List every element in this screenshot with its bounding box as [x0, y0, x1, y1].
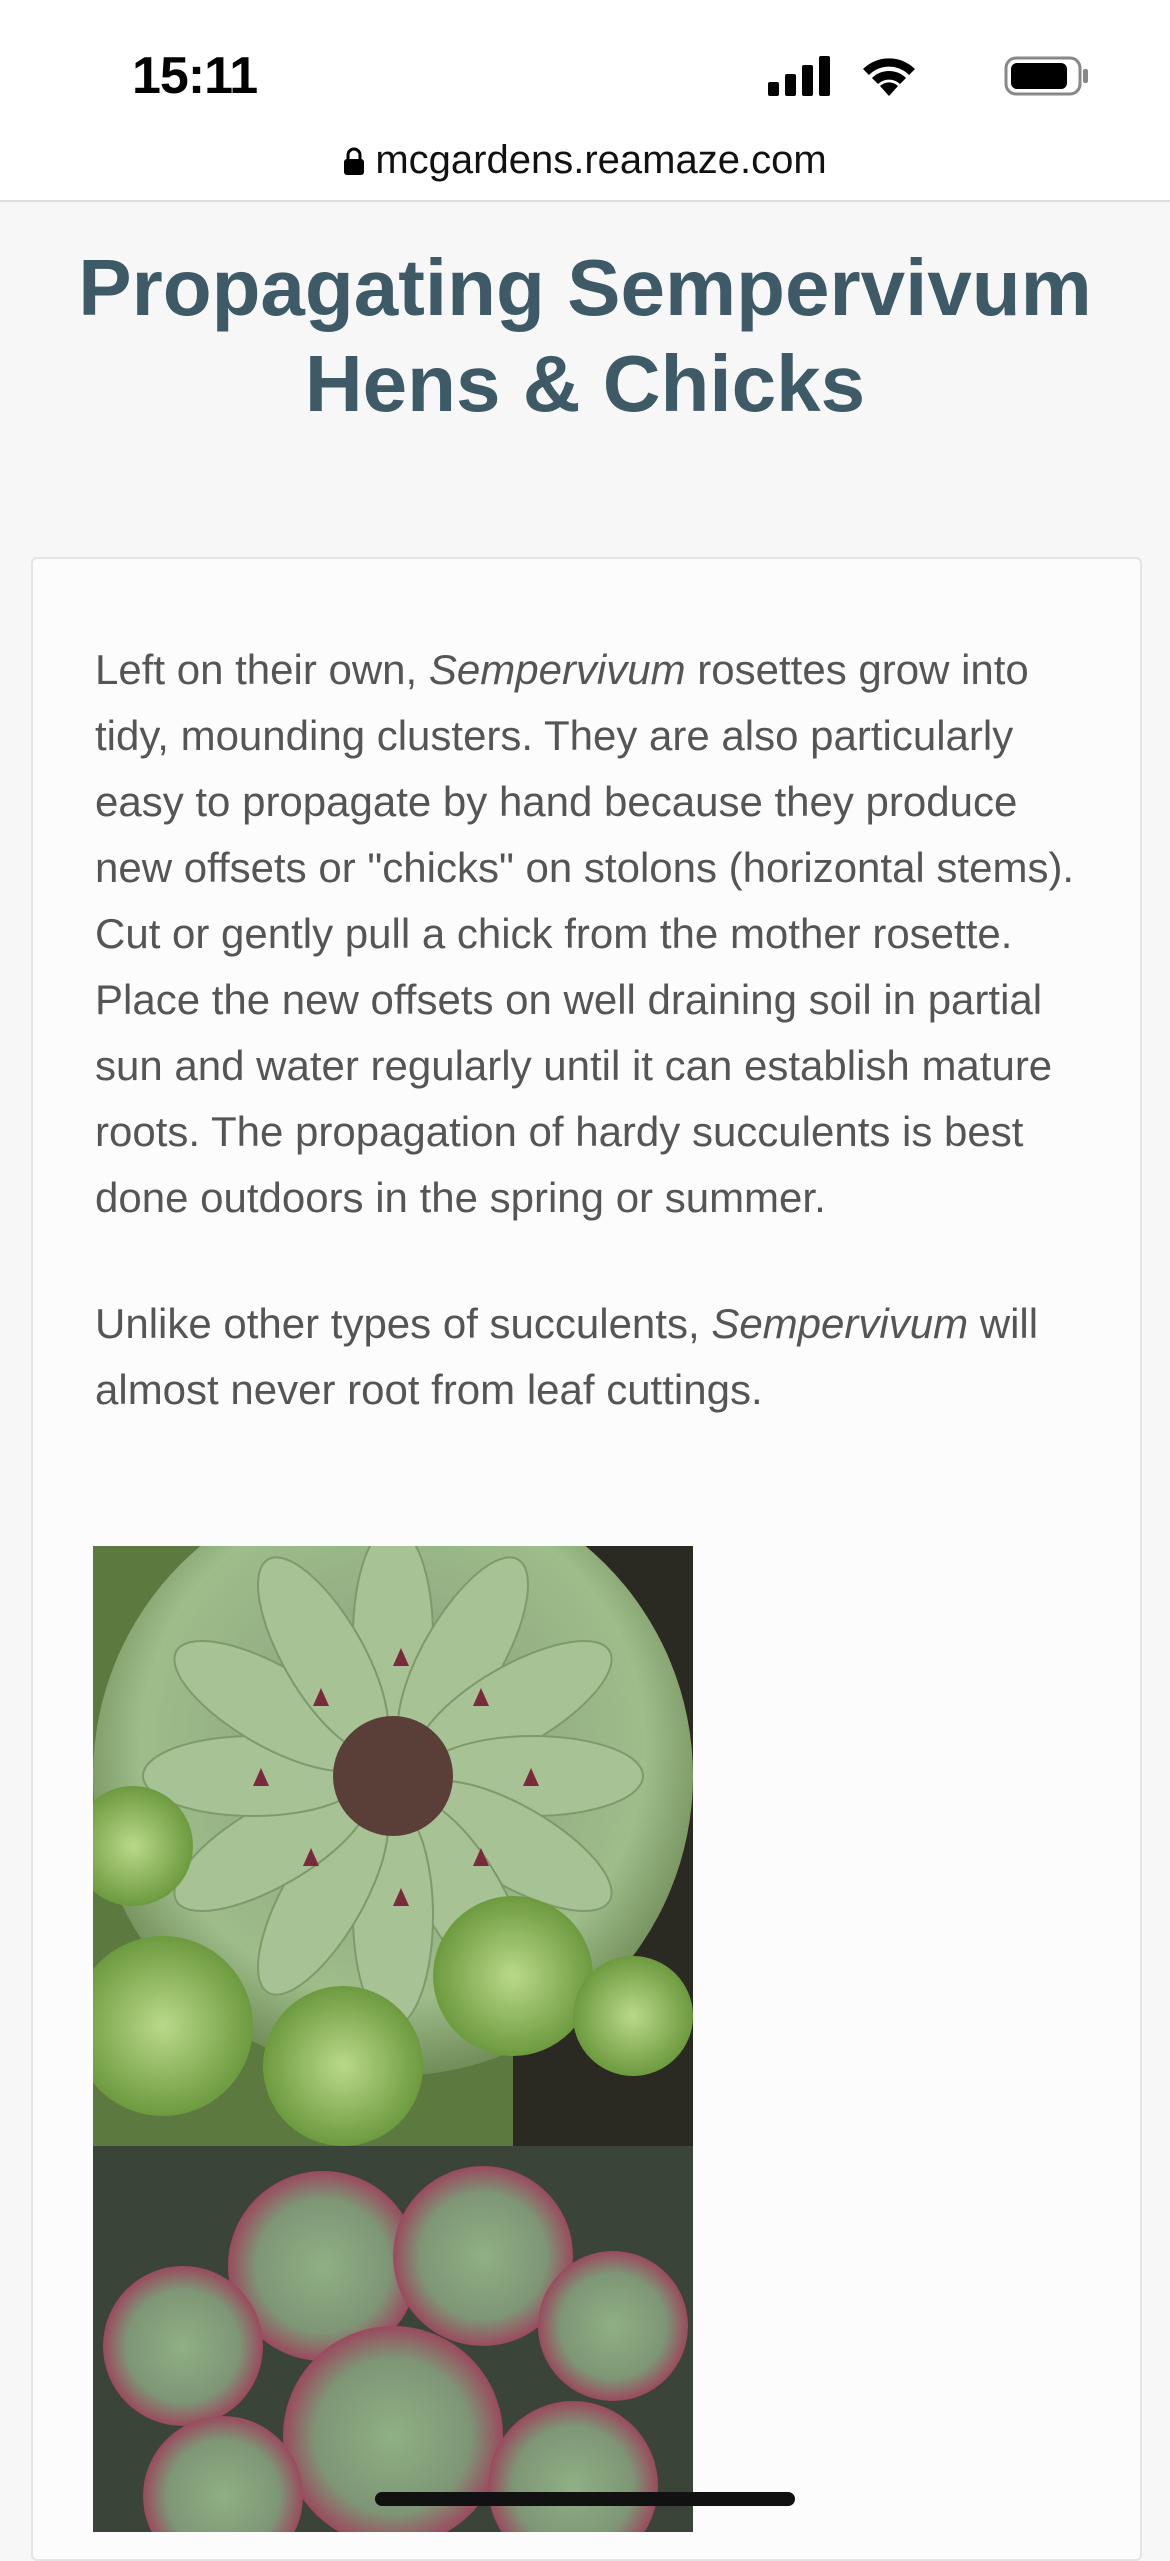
italic-genus: Sempervivum [711, 1300, 969, 1347]
status-time: 15:11 [132, 47, 258, 105]
url-text: mcgardens.reamaze.com [375, 138, 827, 182]
battery-icon [1004, 56, 1088, 96]
status-bar: 15:11 [0, 0, 1170, 140]
paragraph-1: Left on their own, Sempervivum rosettes … [95, 646, 1075, 1221]
url-display[interactable]: mcgardens.reamaze.com [0, 140, 1170, 180]
page-title: Propagating Sempervivum Hens & Chicks [78, 243, 1092, 428]
green-rosette-image [93, 1546, 693, 2146]
succulent-photo-green [93, 1546, 693, 2146]
italic-genus: Sempervivum [428, 646, 686, 693]
lock-icon [344, 147, 365, 175]
paragraph-2: Unlike other types of succulents, Semper… [95, 1300, 1039, 1413]
url-bar[interactable]: mcgardens.reamaze.com [0, 140, 1170, 202]
succulent-photo-red [93, 2146, 693, 2532]
signal-icon [768, 56, 830, 96]
status-icons [750, 54, 1090, 100]
article-body: Left on their own, Sempervivum rosettes … [95, 637, 1095, 1483]
wifi-icon [863, 58, 915, 96]
home-indicator[interactable] [375, 2492, 795, 2506]
red-cluster-image [93, 2146, 693, 2532]
